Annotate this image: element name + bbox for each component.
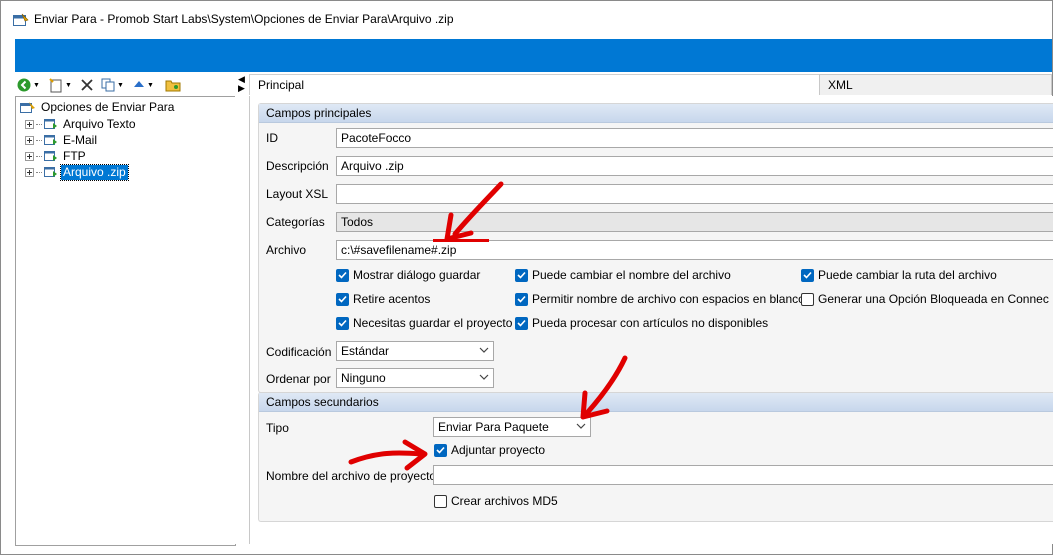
tree-toolbar: ▼ ▼ ▼ ▼ xyxy=(15,74,235,96)
checkbox-checked-icon[interactable] xyxy=(801,268,814,282)
chevron-down-icon: ▼ xyxy=(65,81,72,89)
chevron-down-icon: ▼ xyxy=(147,81,154,89)
window-title: Enviar Para - Promob Start Labs\System\O… xyxy=(34,12,454,26)
options-folder-icon xyxy=(20,101,35,113)
chevron-down-icon: ▼ xyxy=(117,81,124,89)
expand-icon[interactable] xyxy=(25,167,34,177)
group-header: Campos principales xyxy=(259,104,1053,123)
retire-acentos-checkbox[interactable]: Retire acentos xyxy=(336,292,430,306)
nombre-archivo-input[interactable] xyxy=(433,465,1053,485)
categorias-label: Categorías xyxy=(266,215,325,229)
tree-item-arquivo-zip[interactable]: Arquivo .zip xyxy=(25,163,129,181)
copy-icon xyxy=(101,78,115,92)
tree-root[interactable]: Opciones de Enviar Para xyxy=(20,99,176,115)
checkbox-checked-icon[interactable] xyxy=(336,268,349,282)
tree-item-ftp[interactable]: FTP xyxy=(25,148,88,164)
expand-right-icon[interactable]: ▶ xyxy=(238,84,245,93)
send-option-icon xyxy=(44,167,57,177)
ordenar-select[interactable]: Ninguno xyxy=(336,368,494,388)
annotation-arrow-icon xyxy=(444,181,504,242)
send-option-icon xyxy=(44,135,57,145)
tab-content: Campos principales ID PacoteFocco Descri… xyxy=(249,96,1053,544)
codificacion-label: Codificación xyxy=(266,345,332,359)
ribbon-bar xyxy=(15,39,1052,72)
pane-splitter[interactable]: ◀ ▶ xyxy=(235,74,249,544)
tree-root-label: Opciones de Enviar Para xyxy=(41,99,175,114)
articulos-no-disponibles-checkbox[interactable]: Pueda procesar con artículos no disponib… xyxy=(515,316,768,330)
adjuntar-proyecto-checkbox[interactable]: Adjuntar proyecto xyxy=(434,443,545,457)
crear-md5-checkbox[interactable]: Crear archivos MD5 xyxy=(434,494,558,508)
tree-item-label: E-Mail xyxy=(63,132,98,147)
tab-principal[interactable]: Principal xyxy=(249,74,819,95)
expand-icon[interactable] xyxy=(25,151,34,161)
tipo-select[interactable]: Enviar Para Paquete xyxy=(433,417,591,437)
group-header: Campos secundarios xyxy=(259,393,1053,412)
layout-xsl-label: Layout XSL xyxy=(266,187,329,201)
tree-item-label: FTP xyxy=(63,148,86,163)
descripcion-input[interactable]: Arquivo .zip xyxy=(336,156,1053,176)
chevron-down-icon: ▼ xyxy=(33,81,40,89)
tree-item-label: Arquivo .zip xyxy=(60,163,129,181)
ordenar-label: Ordenar por xyxy=(266,372,331,386)
checkbox-checked-icon[interactable] xyxy=(515,268,528,282)
checkbox-unchecked-icon[interactable] xyxy=(801,292,814,306)
move-up-button[interactable]: ▼ xyxy=(133,77,154,93)
tree-item-email[interactable]: E-Mail xyxy=(25,132,99,148)
send-option-icon xyxy=(44,119,57,129)
options-tree: Opciones de Enviar Para Arquivo Texto E-… xyxy=(15,96,236,546)
delete-x-icon xyxy=(81,79,93,91)
app-window-icon xyxy=(13,13,29,26)
checkbox-checked-icon[interactable] xyxy=(515,316,528,330)
annotation-arrow-icon xyxy=(348,439,428,471)
chevron-down-icon xyxy=(479,374,489,380)
tree-item-arquivo-texto[interactable]: Arquivo Texto xyxy=(25,116,138,132)
annotation-arrow-icon xyxy=(580,355,628,420)
id-label: ID xyxy=(266,131,278,145)
cambiar-nombre-checkbox[interactable]: Puede cambiar el nombre del archivo xyxy=(515,268,731,282)
mostrar-dialogo-checkbox[interactable]: Mostrar diálogo guardar xyxy=(336,268,480,282)
checkbox-checked-icon[interactable] xyxy=(336,292,349,306)
checkbox-checked-icon[interactable] xyxy=(336,316,349,330)
checkbox-unchecked-icon[interactable] xyxy=(434,494,447,508)
tipo-label: Tipo xyxy=(266,421,289,435)
arrow-up-icon xyxy=(134,81,144,87)
opcion-bloqueada-checkbox[interactable]: Generar una Opción Bloqueada en Connec xyxy=(801,292,1049,306)
delete-button[interactable] xyxy=(81,77,93,93)
window: Enviar Para - Promob Start Labs\System\O… xyxy=(0,0,1053,555)
tab-strip: Principal XML xyxy=(249,74,1052,97)
title-bar: Enviar Para - Promob Start Labs\System\O… xyxy=(1,1,1052,39)
tree-item-label: Arquivo Texto xyxy=(63,116,136,131)
expand-icon[interactable] xyxy=(25,135,34,145)
group-campos-principales: Campos principales ID PacoteFocco Descri… xyxy=(258,103,1053,393)
checkbox-checked-icon[interactable] xyxy=(515,292,528,306)
archivo-label: Archivo xyxy=(266,243,307,257)
send-option-icon xyxy=(44,151,57,161)
folder-icon xyxy=(165,80,181,92)
tab-xml[interactable]: XML xyxy=(819,74,1052,95)
back-arrow-icon xyxy=(17,78,31,92)
archivo-input[interactable]: c:\#savefilename#.zip xyxy=(336,240,1053,260)
chevron-down-icon xyxy=(479,347,489,353)
guardar-proyecto-checkbox[interactable]: Necesitas guardar el proyecto xyxy=(336,316,512,330)
new-item-button[interactable]: ▼ xyxy=(49,77,72,93)
back-button[interactable]: ▼ xyxy=(17,77,40,93)
id-input[interactable]: PacoteFocco xyxy=(336,128,1053,148)
checkbox-checked-icon[interactable] xyxy=(434,443,447,457)
descripcion-label: Descripción xyxy=(266,159,329,173)
copy-button[interactable]: ▼ xyxy=(101,77,124,93)
espacios-blanco-checkbox[interactable]: Permitir nombre de archivo con espacios … xyxy=(515,292,805,306)
expand-icon[interactable] xyxy=(25,119,34,129)
codificacion-select[interactable]: Estándar xyxy=(336,341,494,361)
folder-button[interactable] xyxy=(165,77,181,93)
cambiar-ruta-checkbox[interactable]: Puede cambiar la ruta del archivo xyxy=(801,268,997,282)
new-document-icon xyxy=(49,77,62,92)
